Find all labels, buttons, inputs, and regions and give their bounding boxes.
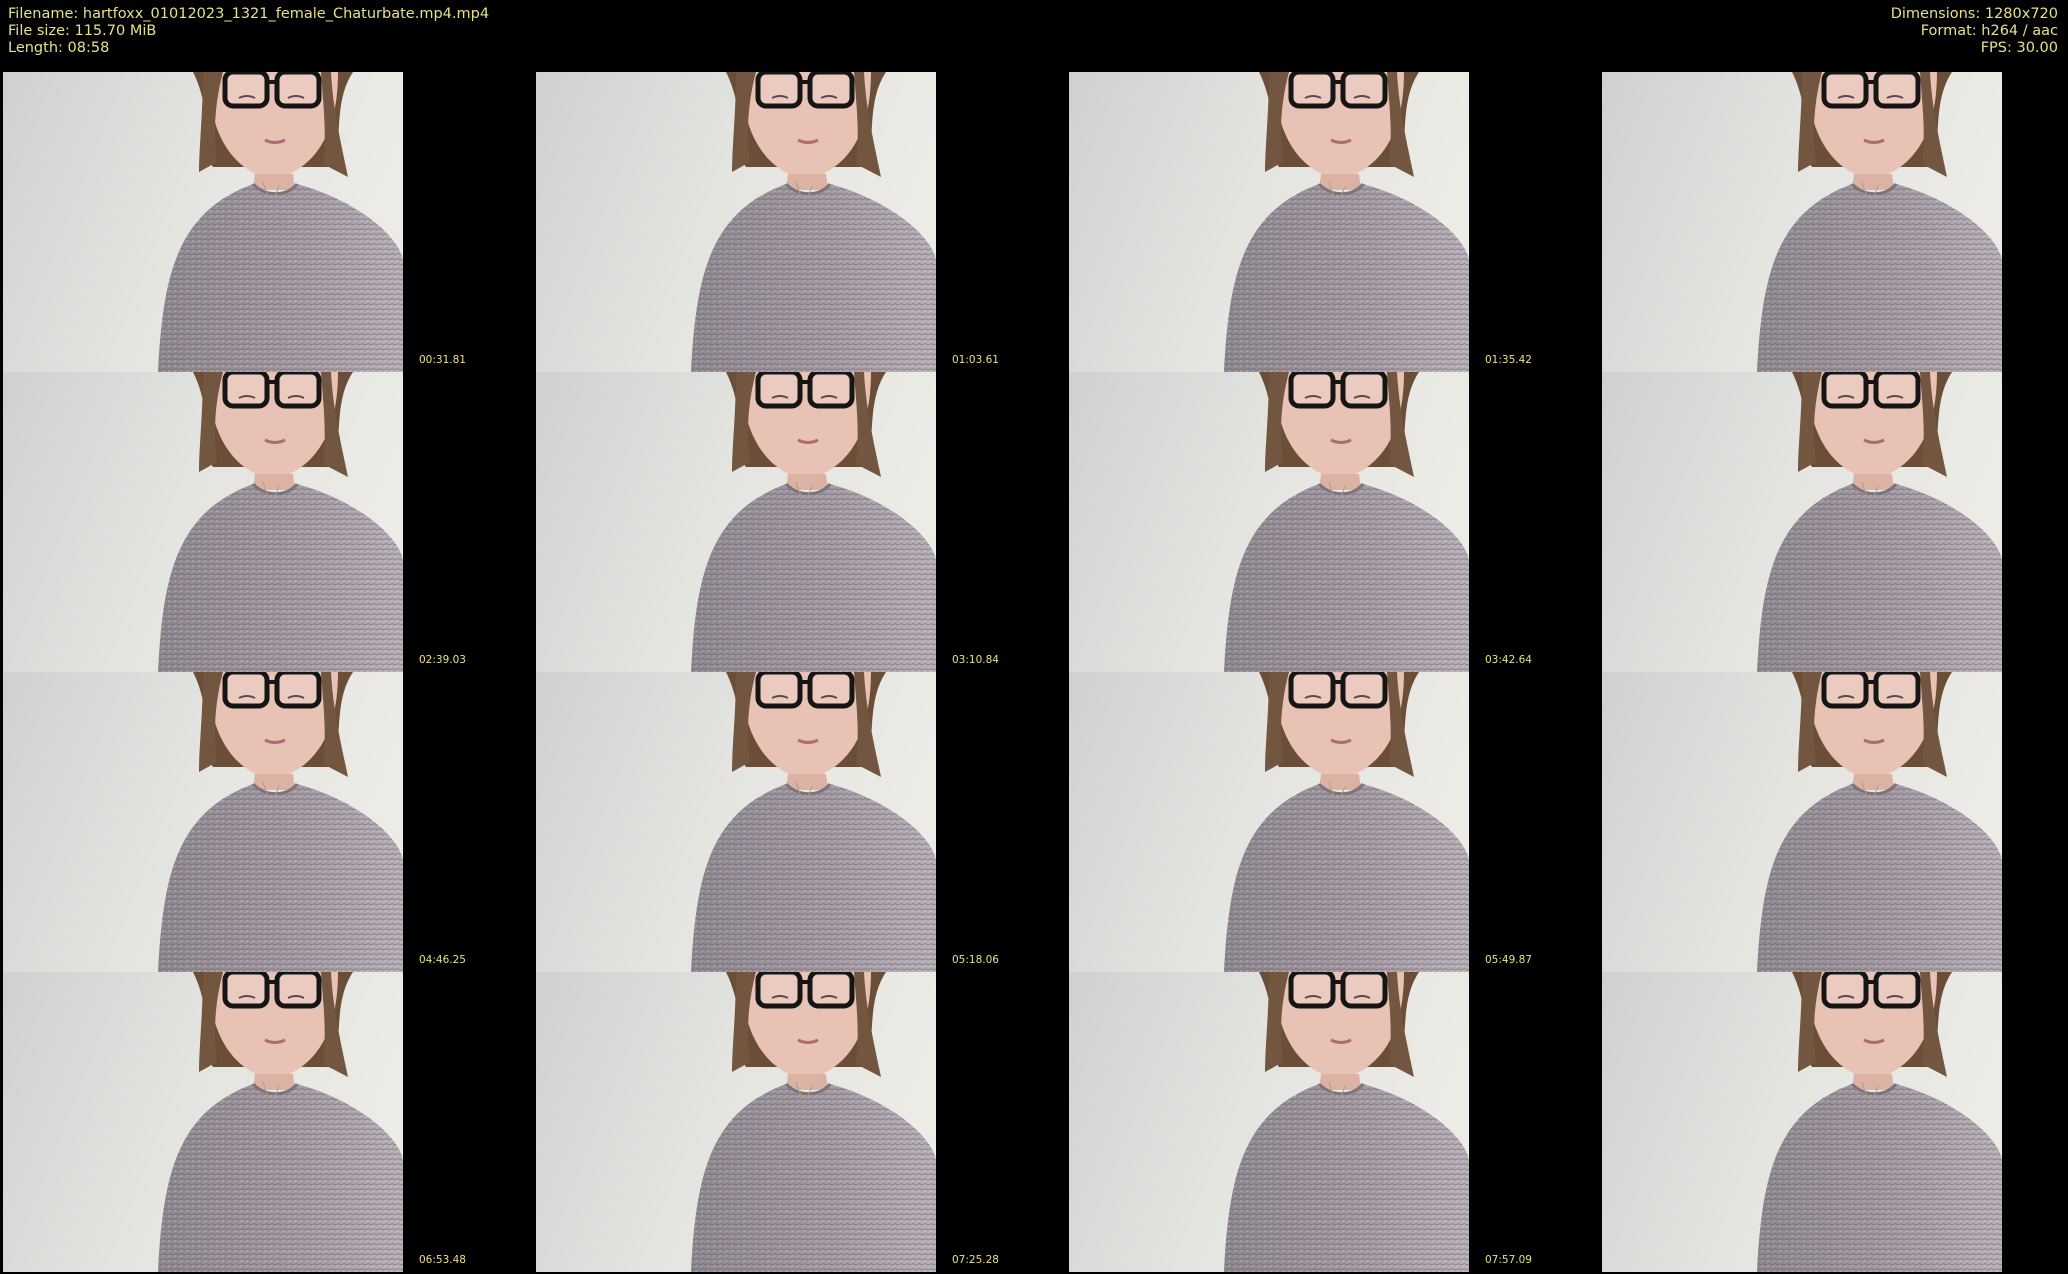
fps-text: FPS: 30.00 [1980,40,2058,56]
dimensions-text: Dimensions: 1280x720 [1890,6,2058,22]
thumbnail-image [1069,672,1469,972]
thumbnail-cell: 07:57.09 [1069,972,1602,1272]
thumbnail-cell: 07:25.28 [536,972,1069,1272]
thumbnail-image [536,672,936,972]
contact-sheet: Filename: hartfoxx_01012023_1321_female_… [0,0,2068,1274]
thumbnail-timestamp: 05:49.87 [1485,954,1532,966]
thumbnail-timestamp: 05:18.06 [952,954,999,966]
thumbnail-cell: 03:42.64 [1069,372,1602,672]
thumbnail-cell: 04:14.45 [1602,372,2068,672]
thumbnail-timestamp: 02:39.03 [419,654,466,666]
thumbnail-timestamp: 01:03.61 [952,354,999,366]
thumbnail-image [1602,372,2002,672]
thumbnail-cell: 05:49.87 [1069,672,1602,972]
thumbnail-timestamp: 00:31.81 [419,354,466,366]
thumbnail-image [1069,72,1469,372]
thumbnail-cell: 06:53.48 [3,972,536,1272]
thumbnail-timestamp: 01:35.42 [1485,354,1532,366]
thumbnail-image [3,72,403,372]
thumbnail-cell: 06:21.67 [1602,672,2068,972]
thumbnail-timestamp: 06:53.48 [419,1254,466,1266]
thumbnail-timestamp: 04:46.25 [419,954,466,966]
thumbnail-cell: 03:10.84 [536,372,1069,672]
length-text: Length: 08:58 [8,40,110,56]
thumbnail-cell: 02:07.22 [1602,72,2068,372]
filename-text: Filename: hartfoxx_01012023_1321_female_… [8,6,490,22]
thumbnail-cell: 05:18.06 [536,672,1069,972]
thumbnail-cell: 08:28.89 [1602,972,2068,1272]
filesize-text: File size: 115.70 MiB [8,23,157,39]
thumbnail-cell: 01:35.42 [1069,72,1602,372]
thumbnail-image [1602,72,2002,372]
thumbnail-timestamp: 03:42.64 [1485,654,1532,666]
thumbnail-image [1602,972,2002,1272]
thumbnail-cell: 01:03.61 [536,72,1069,372]
thumbnail-image [1069,372,1469,672]
thumbnail-image [3,672,403,972]
thumbnail-timestamp: 07:25.28 [952,1254,999,1266]
thumbnail-image [3,972,403,1272]
thumbnail-image [536,72,936,372]
thumbnail-image [1069,972,1469,1272]
thumbnail-cell: 02:39.03 [3,372,536,672]
format-text: Format: h264 / aac [1920,23,2058,39]
thumbnail-grid: 00:31.81 01:03.61 01:35.42 02:39.03 03:1… [3,72,2068,1272]
thumbnail-timestamp: 03:10.84 [952,654,999,666]
file-info-left: Filename: hartfoxx_01012023_1321_female_… [8,6,489,57]
thumbnail-image [536,372,936,672]
file-info-right: Dimensions: 1280x720 Format: h264 / aac … [1891,6,2058,57]
thumbnail-image [536,972,936,1272]
thumbnail-timestamp: 07:57.09 [1485,1254,1532,1266]
thumbnail-image [3,372,403,672]
thumbnail-cell: 00:31.81 [3,72,536,372]
thumbnail-image [1602,672,2002,972]
thumbnail-cell: 04:46.25 [3,672,536,972]
